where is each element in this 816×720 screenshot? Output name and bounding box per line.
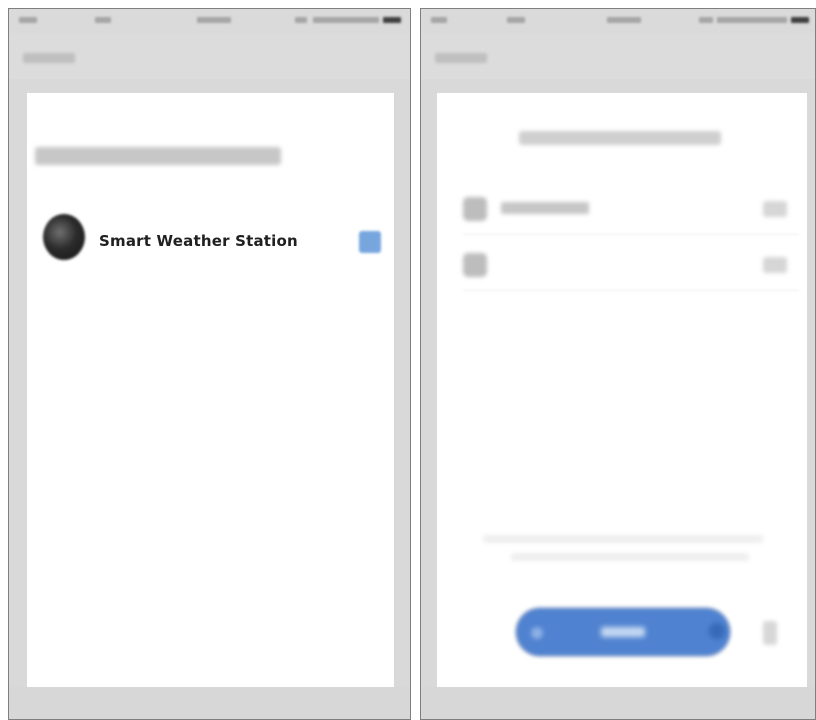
screenshot-canvas: Smart Weather Station [0, 0, 816, 720]
status-indicator [313, 17, 379, 23]
navigation-bar [421, 33, 815, 79]
hint-line [483, 535, 763, 543]
status-indicator [197, 17, 231, 23]
wifi-icon [463, 197, 487, 221]
bottom-bar [9, 687, 410, 719]
back-button[interactable] [435, 53, 487, 63]
wifi-title [519, 131, 721, 145]
setup-hint [483, 535, 763, 583]
button-right-icon [709, 623, 725, 639]
device-name-label: Smart Weather Station [99, 232, 298, 250]
battery-icon [383, 17, 401, 23]
status-bar [9, 9, 410, 33]
status-indicator [699, 17, 713, 23]
status-bar [421, 9, 815, 33]
wifi-setup-panel [437, 93, 807, 687]
button-left-icon [531, 627, 543, 639]
status-indicator [717, 17, 787, 23]
wifi-network-value [501, 202, 589, 214]
weather-station-icon [43, 214, 85, 260]
field-divider [463, 290, 799, 291]
device-list-item[interactable]: Smart Weather Station [43, 209, 393, 273]
device-select-panel [27, 93, 394, 687]
hint-line [511, 553, 749, 561]
lock-icon [463, 253, 487, 277]
wifi-password-field[interactable] [463, 251, 799, 291]
navigation-bar [9, 33, 410, 79]
add-device-icon[interactable] [359, 231, 381, 253]
status-indicator [607, 17, 641, 23]
wifi-network-field[interactable] [463, 195, 799, 235]
battery-icon [791, 17, 809, 23]
status-indicator [95, 17, 111, 23]
password-visibility-toggle[interactable] [763, 257, 787, 273]
next-button[interactable] [517, 609, 729, 655]
phone-screen-right [420, 8, 816, 720]
select-device-title [35, 147, 281, 165]
status-indicator [295, 17, 307, 23]
phone-screen-left: Smart Weather Station [8, 8, 411, 720]
cancel-button[interactable] [23, 53, 75, 63]
status-indicator [431, 17, 447, 23]
side-icon [763, 621, 777, 645]
next-button-label [601, 627, 645, 637]
network-change-button[interactable] [763, 201, 787, 217]
field-divider [463, 234, 799, 235]
bottom-bar [421, 687, 815, 719]
status-indicator [507, 17, 525, 23]
status-indicator [19, 17, 37, 23]
